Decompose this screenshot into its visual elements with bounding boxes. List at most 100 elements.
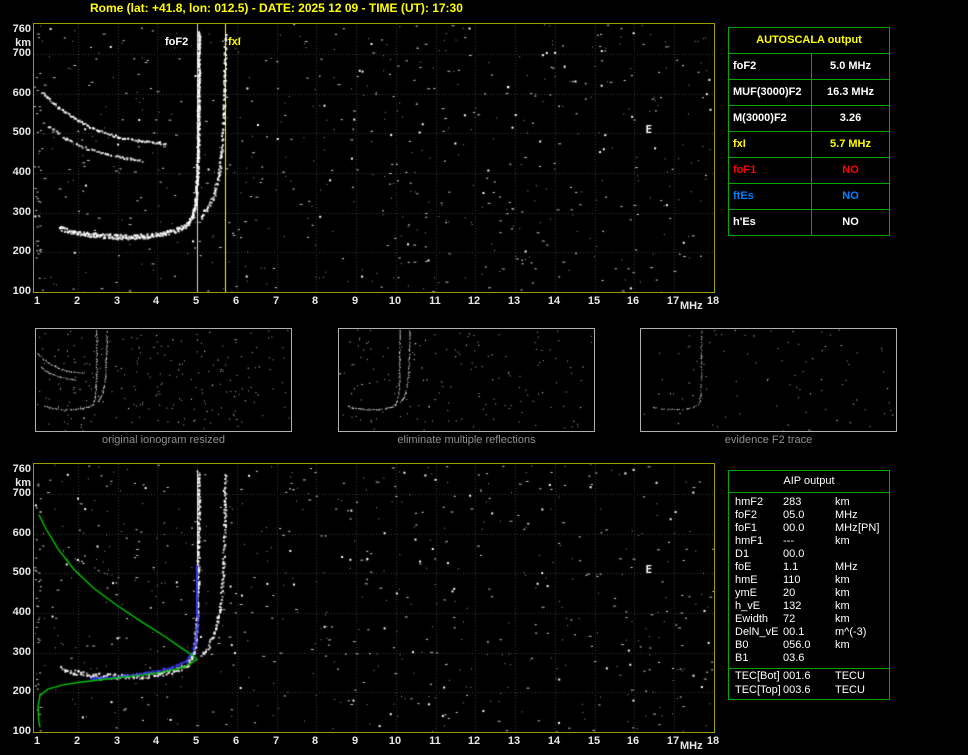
aip-row: B103.6 [729,652,889,665]
x-tick-label: 9 [344,735,366,747]
aip-row-value: 00.0 [783,522,804,535]
autoscala-row-value: NO [812,184,889,209]
autoscala-row-label: M(3000)F2 [729,106,812,131]
aip-row: Ewidth72km [729,613,889,626]
aip-row-value: 056.0 [783,639,811,652]
aip-row-name: D1 [735,548,749,561]
x-tick-label: 14 [543,295,565,307]
aip-row-name: foF1 [735,522,757,535]
aip-row-unit: m^(-3) [835,626,866,639]
aip-row: hmF1---km [729,535,889,548]
x-tick-label: 6 [225,735,247,747]
x-tick-label: 11 [424,735,446,747]
aip-row-value: 00.1 [783,626,804,639]
aip-row-value: 110 [783,574,801,587]
x-axis-unit-label: MHz [680,740,703,752]
aip-row-name: B1 [735,652,748,665]
aip-row: foF100.0MHz[PN] [729,522,889,535]
y-axis-unit-label: km [2,477,31,489]
aip-row: ymE20km [729,587,889,600]
autoscala-row: M(3000)F23.26 [729,106,889,132]
x-tick-label: 18 [702,735,724,747]
aip-row: hmF2283km [729,496,889,509]
x-tick-label: 14 [543,735,565,747]
autoscala-row-label: ftEs [729,184,812,209]
x-tick-label: 7 [265,295,287,307]
x-tick-label: 6 [225,295,247,307]
thumb-caption-eliminate: eliminate multiple reflections [338,434,595,446]
aip-row-value: 1.1 [783,561,798,574]
aip-table-rows: hmF2283kmfoF205.0MHzfoF100.0MHz[PN]hmF1-… [729,493,889,697]
autoscala-table-rows: foF25.0 MHzMUF(3000)F216.3 MHzM(3000)F23… [729,54,889,235]
x-tick-label: 2 [66,735,88,747]
aip-row-value: 001.6 [783,670,811,683]
top-ionogram-canvas [34,24,714,292]
aip-row: foE 1.1 MHz [729,561,889,574]
y-tick-label: 300 [2,646,31,658]
x-tick-label: 13 [503,295,525,307]
aip-row-value: 72 [783,613,795,626]
x-tick-label: 12 [463,295,485,307]
x-tick-label: 9 [344,295,366,307]
aip-row-unit: km [835,574,850,587]
autoscala-row-value: NO [812,158,889,183]
y-tick-label: 200 [2,245,31,257]
x-tick-label: 2 [66,295,88,307]
aip-row-unit: MHz [835,522,858,535]
y-tick-label: 300 [2,206,31,218]
aip-row-unit: km [835,613,850,626]
thumb-original-ionogram [35,328,292,432]
autoscala-row-value: 5.0 MHz [812,54,889,79]
autoscala-row-label: MUF(3000)F2 [729,80,812,105]
x-tick-label: 4 [145,735,167,747]
autoscala-row-value: NO [812,210,889,235]
y-tick-label: 400 [2,166,31,178]
aip-row: B0056.0km [729,639,889,652]
x-tick-label: 15 [583,295,605,307]
bottom-ionogram-canvas [34,464,714,732]
aip-row: D1 00.0 [729,548,889,561]
autoscala-screen: { "header": { "title": "Rome (lat: +41.8… [0,0,968,755]
x-tick-label: 10 [384,295,406,307]
thumb-eliminate-reflections [338,328,595,432]
autoscala-row: foF25.0 MHz [729,54,889,80]
autoscala-row: h'EsNO [729,210,889,235]
aip-row-unit: km [835,535,850,548]
aip-table-title: AIP output [729,471,889,493]
autoscala-row-label: foF1 [729,158,812,183]
x-tick-label: 15 [583,735,605,747]
x-tick-label: 12 [463,735,485,747]
aip-row: TEC[Bot]001.6TECU [729,668,889,684]
aip-row-unit: km [835,496,850,509]
aip-row-value: 132 [783,600,801,613]
autoscala-row: fxI5.7 MHz [729,132,889,158]
autoscala-row-value: 16.3 MHz [812,80,889,105]
y-tick-label: 500 [2,126,31,138]
x-tick-label: 7 [265,735,287,747]
x-tick-label: 10 [384,735,406,747]
y-tick-label: 760 [2,463,31,475]
aip-row-name: hmE [735,574,758,587]
aip-row-name: hmF2 [735,496,763,509]
aip-row-unit: MHz [835,561,858,574]
x-axis-unit-label: MHz [680,300,703,312]
aip-row-name: B0 [735,639,748,652]
x-tick-label: 8 [304,735,326,747]
y-tick-label: 500 [2,566,31,578]
thumb-evidence-f2-trace-canvas [641,329,896,431]
aip-row: foF205.0MHz [729,509,889,522]
x-tick-label: 8 [304,295,326,307]
aip-row-name: foE [735,561,752,574]
aip-row-name: foF2 [735,509,757,522]
aip-row-value: 20 [783,587,795,600]
autoscala-row-value: 3.26 [812,106,889,131]
aip-row-name: TEC[Bot] [735,670,780,683]
aip-row-value: 003.6 [783,684,811,697]
aip-row-value: 00.0 [783,548,804,561]
aip-row: h_vE132km [729,600,889,613]
aip-row: TEC[Top]003.6TECU [729,684,889,697]
thumb-original-ionogram-canvas [36,329,291,431]
x-tick-label: 16 [622,735,644,747]
x-tick-label: 1 [26,735,48,747]
autoscala-row-label: fxI [729,132,812,157]
